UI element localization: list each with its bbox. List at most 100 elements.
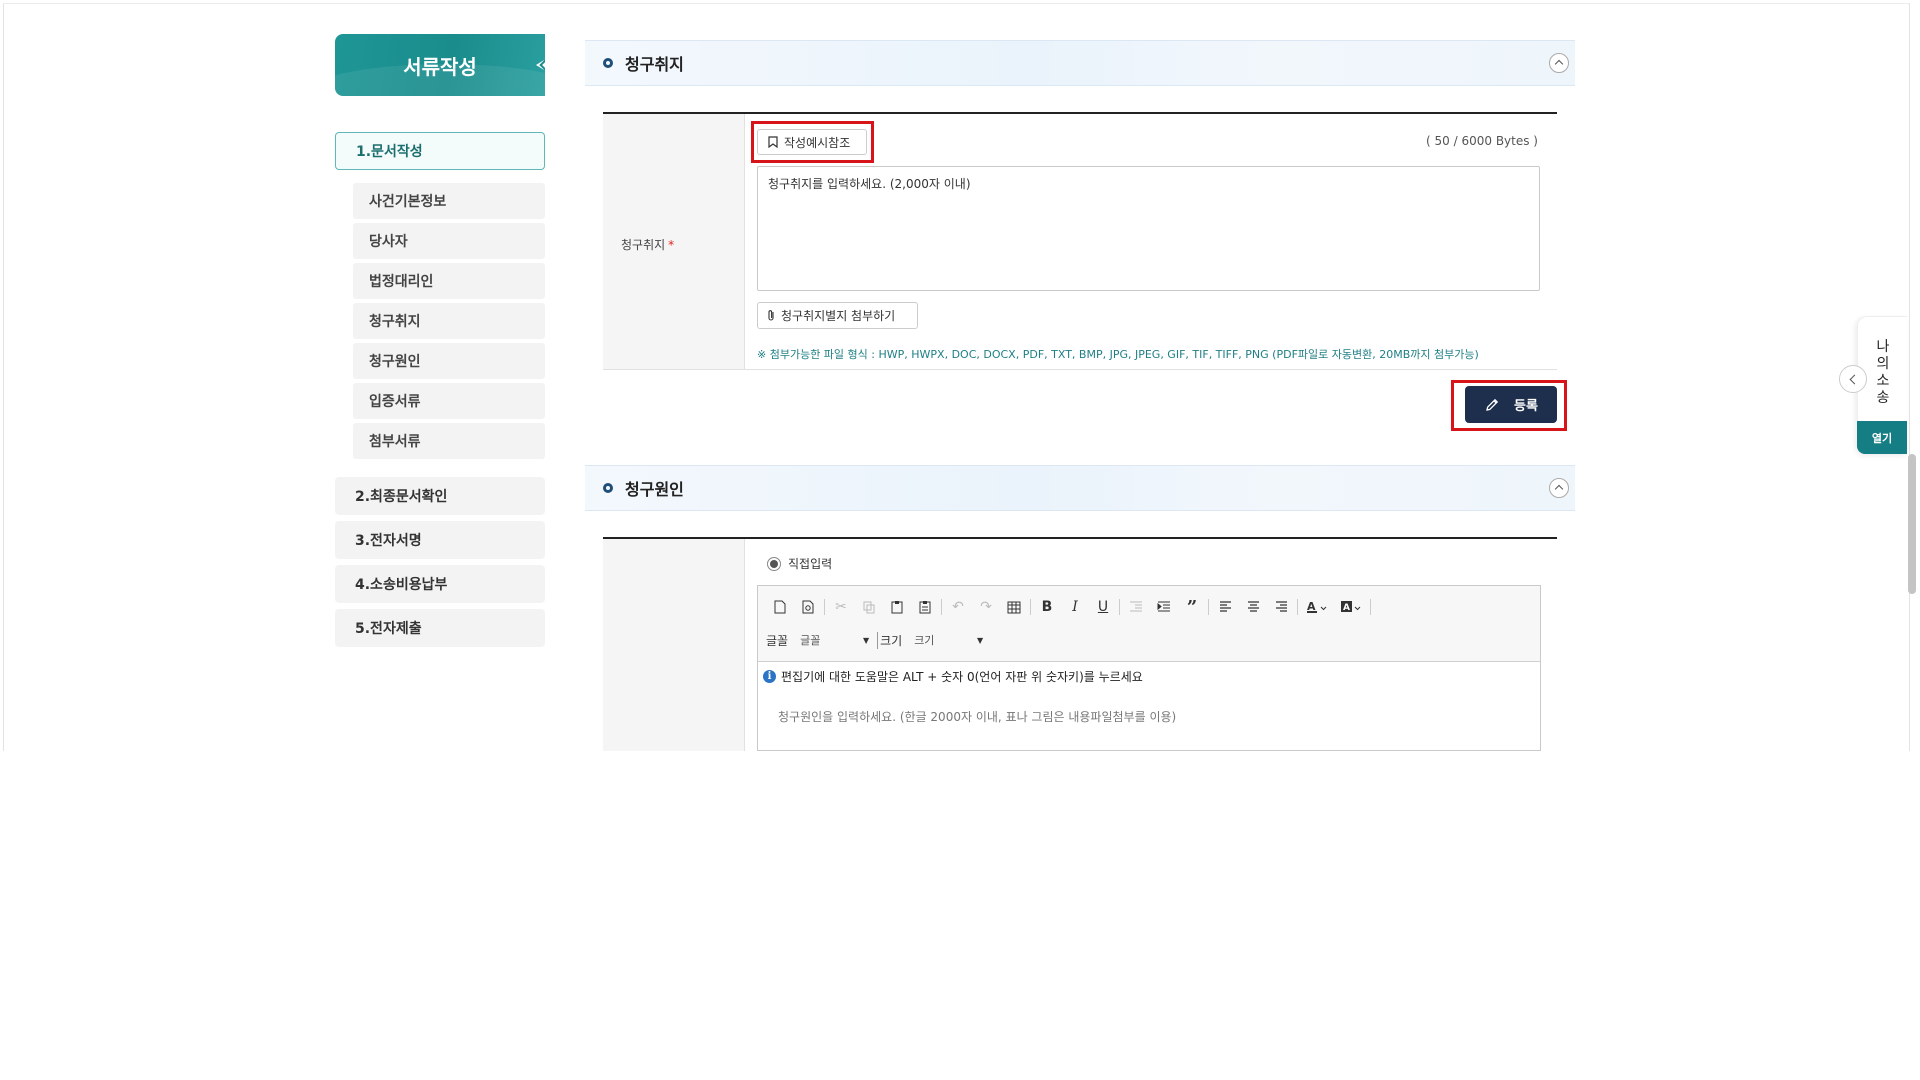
blockquote-icon[interactable]: ” xyxy=(1178,596,1206,618)
sidebar-item-label: 입증서류 xyxy=(369,394,421,410)
toolbar-row: 글꼴 글꼴 ▼ 크기 크기 ▼ xyxy=(766,630,987,650)
step-document-writing[interactable]: 1.문서작성 xyxy=(335,132,545,170)
editor-placeholder[interactable]: 청구원인을 입력하세요. (한글 2000자 이내, 표나 그림은 내용파일첨부… xyxy=(778,708,1176,725)
byte-counter: ( 50 / 6000 Bytes ) xyxy=(1426,134,1538,148)
sidebar-item-label: 법정대리인 xyxy=(369,274,434,290)
new-document-icon[interactable] xyxy=(766,596,794,618)
align-left-icon[interactable] xyxy=(1211,596,1239,618)
align-right-icon[interactable] xyxy=(1267,596,1295,618)
chevron-left-icon[interactable] xyxy=(1839,365,1867,393)
table-icon[interactable] xyxy=(1000,596,1028,618)
sidebar-item-claim-cause[interactable]: 청구원인 xyxy=(353,343,545,379)
attach-button-label: 청구취지별지 첨부하기 xyxy=(781,309,896,323)
toolbar-separator xyxy=(1297,599,1298,615)
toolbar-separator xyxy=(1208,599,1209,615)
cut-icon[interactable]: ✂ xyxy=(827,596,855,618)
italic-icon[interactable]: I xyxy=(1061,596,1089,618)
scrollbar-thumb[interactable] xyxy=(1908,454,1916,594)
sidebar-item-label: 당사자 xyxy=(369,234,408,250)
step-final-review[interactable]: 2.최종문서확인 xyxy=(335,477,545,515)
step-label: 4.소송비용납부 xyxy=(355,577,448,593)
sidebar-item-label: 청구원인 xyxy=(369,354,421,370)
undo-icon[interactable]: ↶ xyxy=(944,596,972,618)
sidebar-item-case-info[interactable]: 사건기본정보 xyxy=(353,183,545,219)
form-top-border xyxy=(603,537,1557,539)
form-top-border xyxy=(603,112,1557,114)
section-title: 청구취지 xyxy=(625,55,684,74)
open-panel-button[interactable]: 열기 xyxy=(1857,421,1907,454)
direct-input-radio[interactable] xyxy=(767,556,781,571)
sidebar-item-attachments[interactable]: 첨부서류 xyxy=(353,423,545,459)
label-column xyxy=(603,539,745,751)
background-color-icon[interactable]: A xyxy=(1334,596,1368,618)
font-select[interactable]: 글꼴 ▼ xyxy=(788,630,873,650)
toolbar-separator xyxy=(941,599,942,615)
sidebar-header: 서류작성 xyxy=(335,34,545,96)
redo-icon[interactable]: ↷ xyxy=(972,596,1000,618)
radio-label: 직접입력 xyxy=(788,557,833,571)
size-select-value: 크기 xyxy=(914,634,935,647)
bullet-icon xyxy=(603,483,613,493)
sidebar-item-legal-rep[interactable]: 법정대리인 xyxy=(353,263,545,299)
info-icon: i xyxy=(763,670,776,683)
toolbar-separator xyxy=(1370,599,1371,615)
sidebar-item-label: 사건기본정보 xyxy=(369,194,447,210)
dropdown-arrow-icon: ▼ xyxy=(977,635,984,645)
row-divider xyxy=(603,369,1557,370)
step-label: 5.전자제출 xyxy=(355,621,422,637)
section-title: 청구원인 xyxy=(625,480,684,499)
paste-text-icon[interactable] xyxy=(911,596,939,618)
field-label-text: 청구취지 xyxy=(621,238,666,252)
editor-toolbar: ✂ ↶ ↷ B I U ” A A 글꼴 글꼴 ▼ 크기 크기 ▼ xyxy=(758,586,1540,662)
step-label: 3.전자서명 xyxy=(355,533,422,549)
collapse-icon[interactable] xyxy=(1549,53,1569,73)
size-select[interactable]: 크기 ▼ xyxy=(902,630,987,650)
sidebar-item-evidence[interactable]: 입증서류 xyxy=(353,383,545,419)
size-label: 크기 xyxy=(877,631,902,649)
toolbar-separator xyxy=(1119,599,1120,615)
claim-purpose-textarea[interactable]: 청구취지를 입력하세요. (2,000자 이내) xyxy=(757,166,1540,291)
text-color-icon[interactable]: A xyxy=(1300,596,1334,618)
my-lawsuit-title-text: 나의소송 xyxy=(1876,339,1890,406)
outdent-icon[interactable] xyxy=(1122,596,1150,618)
toolbar-separator xyxy=(1030,599,1031,615)
collapse-icon[interactable] xyxy=(1549,478,1569,498)
sidebar-caret-icon xyxy=(539,59,545,71)
copy-icon[interactable] xyxy=(855,596,883,618)
open-button-label: 열기 xyxy=(1871,431,1893,445)
underline-icon[interactable]: U xyxy=(1089,596,1117,618)
font-select-value: 글꼴 xyxy=(800,634,821,647)
section-header-claim-cause: 청구원인 xyxy=(585,465,1575,511)
font-label: 글꼴 xyxy=(766,633,789,648)
required-mark: * xyxy=(668,238,675,252)
sidebar-header-title: 서류작성 xyxy=(403,54,477,79)
sidebar-item-parties[interactable]: 당사자 xyxy=(353,223,545,259)
sidebar-item-label: 청구취지 xyxy=(369,314,421,330)
svg-text:A: A xyxy=(1343,603,1350,613)
sidebar-item-label: 첨부서류 xyxy=(369,434,421,450)
step-fee-payment[interactable]: 4.소송비용납부 xyxy=(335,565,545,603)
editor-help-text: 편집기에 대한 도움말은 ALT + 숫자 0(언어 자판 위 숫자키)를 누르… xyxy=(781,670,1143,684)
step-e-submission[interactable]: 5.전자제출 xyxy=(335,609,545,647)
preview-icon[interactable] xyxy=(794,596,822,618)
claim-purpose-label: 청구취지 * xyxy=(621,236,674,253)
toolbar-row: ✂ ↶ ↷ B I U ” A A xyxy=(766,596,1373,618)
rich-text-editor[interactable]: ✂ ↶ ↷ B I U ” A A 글꼴 글꼴 ▼ 크기 크기 ▼ i 편집기에… xyxy=(757,585,1541,751)
step-label: 1.문서작성 xyxy=(356,144,423,160)
allowed-file-types-note: ※ 첨부가능한 파일 형식 : HWP, HWPX, DOC, DOCX, PD… xyxy=(757,348,1479,361)
section-header-claim-purpose: 청구취지 xyxy=(585,40,1575,86)
indent-icon[interactable] xyxy=(1150,596,1178,618)
highlight-box xyxy=(751,121,874,163)
bold-icon[interactable]: B xyxy=(1033,596,1061,618)
attach-claim-file-button[interactable]: 청구취지별지 첨부하기 xyxy=(757,302,918,329)
direct-input-radio-row[interactable]: 직접입력 xyxy=(767,555,832,572)
paste-icon[interactable] xyxy=(883,596,911,618)
dropdown-arrow-icon: ▼ xyxy=(862,635,870,645)
step-e-signature[interactable]: 3.전자서명 xyxy=(335,521,545,559)
sidebar-item-claim-purpose[interactable]: 청구취지 xyxy=(353,303,545,339)
bullet-icon xyxy=(603,58,613,68)
paperclip-icon xyxy=(768,310,774,321)
step-label: 2.최종문서확인 xyxy=(355,489,448,505)
toolbar-separator xyxy=(824,599,825,615)
align-center-icon[interactable] xyxy=(1239,596,1267,618)
